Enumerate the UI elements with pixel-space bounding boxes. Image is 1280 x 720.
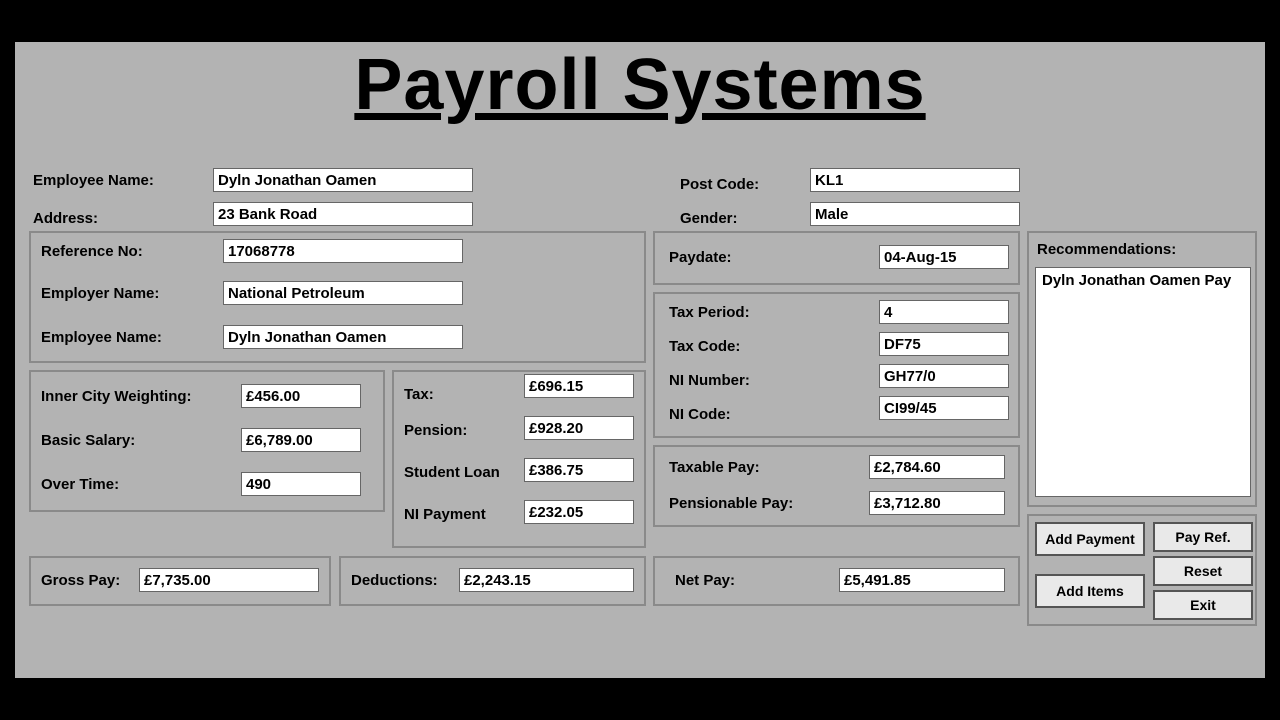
tax-panel: Tax Period: Tax Code: NI Number: NI Code… [653, 292, 1020, 438]
label-student-loan: Student Loan [404, 464, 500, 481]
label-taxable-pay: Taxable Pay: [669, 459, 760, 476]
address-field[interactable] [213, 202, 473, 226]
taxable-pay-field[interactable] [869, 455, 1005, 479]
label-paydate: Paydate: [669, 249, 732, 266]
employee-name2-field[interactable] [223, 325, 463, 349]
basic-salary-field[interactable] [241, 428, 361, 452]
exit-button[interactable]: Exit [1153, 590, 1253, 620]
ni-number-field[interactable] [879, 364, 1009, 388]
add-items-button[interactable]: Add Items [1035, 574, 1145, 608]
employer-name-field[interactable] [223, 281, 463, 305]
label-ni-payment: NI Payment [404, 506, 486, 523]
label-ni-number: NI Number: [669, 372, 750, 389]
deductions-panel: Deductions: [339, 556, 646, 606]
pension-field[interactable] [524, 416, 634, 440]
label-inner-city: Inner City Weighting: [41, 388, 192, 405]
net-pay-field[interactable] [839, 568, 1005, 592]
add-payment-button[interactable]: Add Payment [1035, 522, 1145, 556]
label-pension: Pension: [404, 422, 467, 439]
label-tax: Tax: [404, 386, 434, 403]
app-window: Payroll Systems Employee Name: Address: … [15, 42, 1265, 678]
pay-summary-panel: Taxable Pay: Pensionable Pay: [653, 445, 1020, 527]
paydate-panel: Paydate: [653, 231, 1020, 285]
ni-payment-field[interactable] [524, 500, 634, 524]
label-employer-name: Employer Name: [41, 285, 159, 302]
label-post-code: Post Code: [680, 176, 759, 193]
deductions-source-panel: Tax: Pension: Student Loan NI Payment [392, 370, 646, 548]
label-employee-name2: Employee Name: [41, 329, 162, 346]
label-pensionable-pay: Pensionable Pay: [669, 495, 793, 512]
post-code-field[interactable] [810, 168, 1020, 192]
pay-ref-button[interactable]: Pay Ref. [1153, 522, 1253, 552]
label-ni-code: NI Code: [669, 406, 731, 423]
deductions-field[interactable] [459, 568, 634, 592]
label-employee-name: Employee Name: [33, 172, 154, 189]
inner-city-field[interactable] [241, 384, 361, 408]
salary-panel: Inner City Weighting: Basic Salary: Over… [29, 370, 385, 512]
employee-name-field[interactable] [213, 168, 473, 192]
tax-period-field[interactable] [879, 300, 1009, 324]
page-title: Payroll Systems [15, 44, 1265, 126]
gross-pay-field[interactable] [139, 568, 319, 592]
label-net-pay: Net Pay: [675, 572, 735, 589]
label-gender: Gender: [680, 210, 738, 227]
gender-field[interactable] [810, 202, 1020, 226]
label-tax-code: Tax Code: [669, 338, 740, 355]
label-deductions: Deductions: [351, 572, 438, 589]
buttons-panel: Add Payment Pay Ref. Reset Add Items Exi… [1027, 514, 1257, 626]
student-loan-field[interactable] [524, 458, 634, 482]
recommendations-panel: Recommendations: Dyln Jonathan Oamen Pay [1027, 231, 1257, 507]
label-basic-salary: Basic Salary: [41, 432, 135, 449]
label-recommendations: Recommendations: [1037, 241, 1176, 258]
label-reference-no: Reference No: [41, 243, 143, 260]
label-tax-period: Tax Period: [669, 304, 750, 321]
over-time-field[interactable] [241, 472, 361, 496]
recommendations-box[interactable]: Dyln Jonathan Oamen Pay [1035, 267, 1251, 497]
label-gross-pay: Gross Pay: [41, 572, 120, 589]
paydate-field[interactable] [879, 245, 1009, 269]
label-address: Address: [33, 210, 98, 227]
label-over-time: Over Time: [41, 476, 119, 493]
pensionable-pay-field[interactable] [869, 491, 1005, 515]
reference-panel: Reference No: Employer Name: Employee Na… [29, 231, 646, 363]
net-pay-panel: Net Pay: [653, 556, 1020, 606]
reference-no-field[interactable] [223, 239, 463, 263]
ni-code-field[interactable] [879, 396, 1009, 420]
reset-button[interactable]: Reset [1153, 556, 1253, 586]
tax-code-field[interactable] [879, 332, 1009, 356]
tax-field[interactable] [524, 374, 634, 398]
gross-pay-panel: Gross Pay: [29, 556, 331, 606]
